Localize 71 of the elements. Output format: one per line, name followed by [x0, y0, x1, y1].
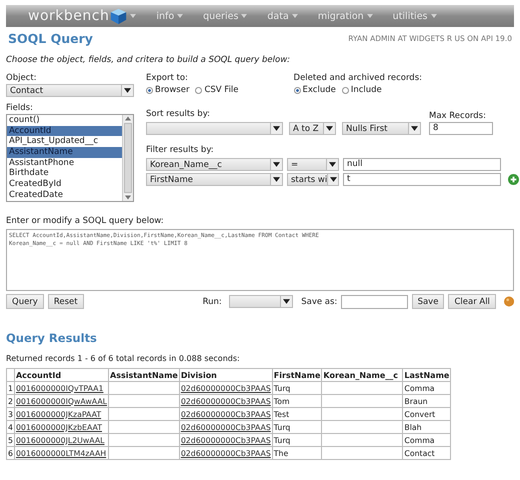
column-header: LastName — [402, 368, 451, 382]
caret-icon — [124, 88, 131, 93]
results-summary: Returned records 1 - 6 of 6 total records in 0.088 seconds: — [6, 354, 241, 363]
caret-icon — [366, 14, 373, 18]
caret-icon — [273, 177, 280, 182]
scroll-up-icon[interactable] — [125, 116, 131, 121]
filter-field-dropdown[interactable]: Korean_Name__c — [146, 158, 283, 171]
field-option[interactable]: CreatedDate — [7, 190, 122, 200]
clear-all-button[interactable]: Clear All — [448, 294, 496, 309]
field-option[interactable]: Birthdate — [7, 168, 122, 180]
field-option[interactable]: AssistantPhone — [7, 158, 122, 168]
filter-value-field[interactable]: t — [343, 173, 501, 186]
scroll-down-icon[interactable] — [125, 195, 131, 200]
caret-icon — [411, 126, 418, 131]
nulls-dropdown[interactable]: Nulls First — [342, 122, 421, 135]
fields-label: Fields: — [6, 103, 34, 114]
operator-dropdown[interactable]: starts wi — [287, 173, 339, 186]
radio-option[interactable]: Exclude — [294, 85, 336, 95]
max-records-label: Max Records: — [429, 111, 487, 122]
column-header: AccountId — [14, 368, 109, 382]
field-option[interactable]: count() — [7, 115, 122, 126]
caret-icon — [430, 14, 436, 18]
column-header: Division — [179, 368, 272, 382]
object-label: Object: — [6, 73, 38, 84]
filter-label: Filter results by: — [146, 145, 215, 156]
save-button[interactable]: Save — [412, 294, 444, 309]
radio-option[interactable]: Include — [342, 85, 382, 95]
radio-option[interactable]: CSV File — [195, 85, 239, 95]
caret-icon — [273, 126, 280, 131]
help-icon[interactable] — [504, 296, 514, 307]
filter-field-dropdown[interactable]: FirstName — [146, 173, 283, 186]
column-header: AssistantName — [108, 368, 180, 382]
field-option[interactable]: API_Last_Updated__c — [7, 136, 122, 148]
caret-icon — [130, 14, 136, 18]
sort-label: Sort results by: — [146, 109, 211, 120]
export-label: Export to: — [146, 73, 189, 84]
caret-icon — [177, 14, 184, 18]
caret-icon — [326, 126, 333, 131]
cube-icon — [110, 8, 128, 24]
caret-icon — [283, 299, 290, 304]
run-label: Run: — [202, 296, 222, 306]
query-button[interactable]: Query — [6, 294, 44, 309]
caret-icon — [329, 162, 336, 167]
deleted-label: Deleted and archived records: — [294, 73, 422, 84]
caret-icon — [330, 177, 338, 182]
save-as-field[interactable] — [341, 294, 408, 308]
page-title: SOQL Query — [8, 31, 93, 46]
field-option[interactable]: AccountId — [7, 126, 122, 136]
caret-icon — [241, 14, 248, 18]
results-title: Query Results — [6, 331, 98, 345]
caret-icon — [292, 14, 298, 18]
field-option[interactable]: CreatedById — [7, 179, 122, 190]
add-icon[interactable] — [508, 174, 519, 185]
filter-value-field[interactable]: null — [343, 158, 501, 171]
column-header: FirstName — [272, 368, 322, 382]
object-dropdown[interactable]: Contact — [6, 84, 134, 97]
save-as-label: Save as: — [301, 296, 338, 306]
sort-field-dropdown[interactable] — [146, 122, 283, 135]
scrollbar[interactable] — [122, 115, 133, 201]
caret-icon — [273, 162, 280, 167]
field-option[interactable]: AssistantName — [7, 147, 122, 158]
column-header: Korean_Name__c — [322, 368, 403, 382]
query-label: Enter or modify a SOQL query below: — [6, 216, 165, 227]
run-dropdown[interactable] — [228, 295, 294, 308]
fields-list[interactable]: count() AccountId API_Last_Updated__c AssistantName AssistantPhone Birthdate CreatedById CreatedDate — [6, 114, 134, 202]
reset-button[interactable]: Reset — [48, 294, 84, 309]
radio-option[interactable]: Browser — [146, 85, 190, 95]
instructions: Choose the object, fields, and critera to build a SOQL query below: — [6, 55, 292, 65]
max-records-field[interactable]: 8 — [429, 122, 493, 135]
operator-dropdown[interactable]: = — [287, 158, 339, 171]
sort-order-dropdown[interactable]: A to Z — [289, 122, 336, 135]
